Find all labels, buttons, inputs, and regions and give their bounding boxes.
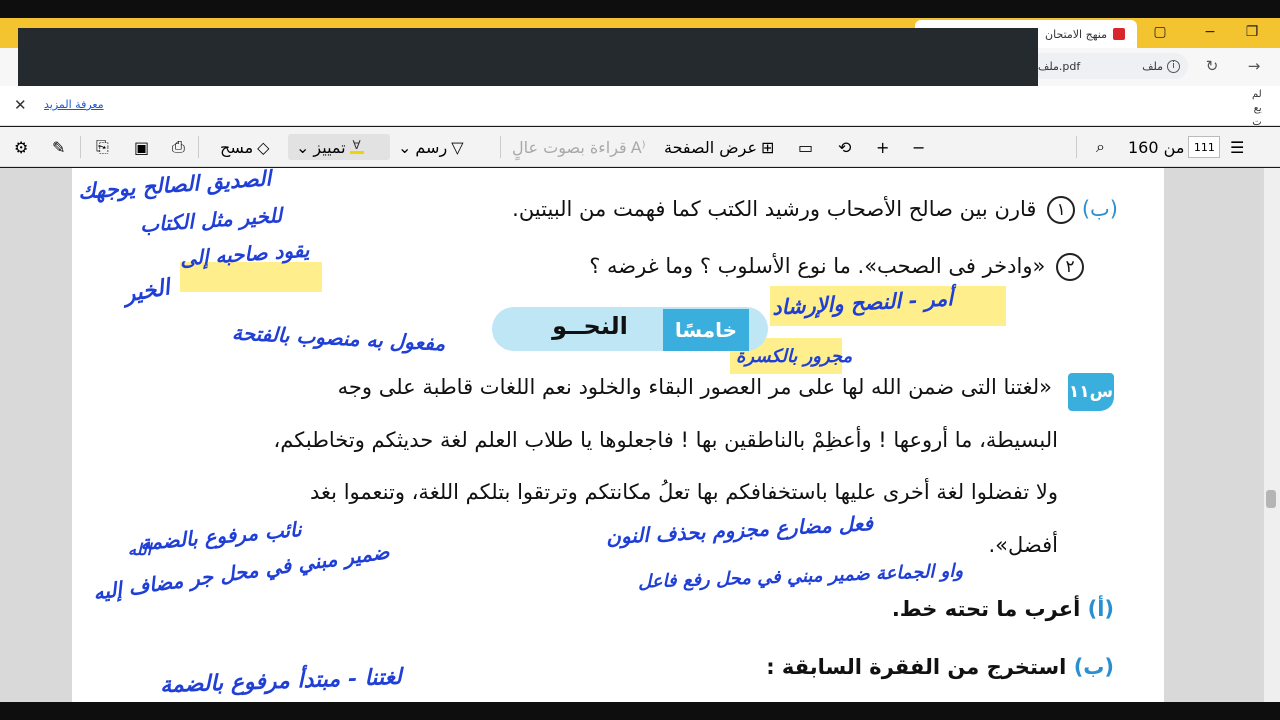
close-icon[interactable]: ✕	[14, 96, 27, 114]
number-badge: ١	[1047, 196, 1076, 224]
notification-bar	[0, 86, 1280, 126]
pdf-favicon-icon	[1113, 28, 1125, 40]
sub-question-b: (ب) استخرج من الفقرة السابقة :	[766, 655, 1114, 679]
section-tag: خامسًا	[663, 309, 749, 351]
highlight-label: تمييز	[313, 137, 346, 157]
info-icon: i	[1167, 59, 1180, 73]
question-text: «وادخر فى الصحب». ما نوع الأسلوب ؟ وما غ…	[589, 254, 1046, 278]
screen-bottom-border	[0, 702, 1280, 720]
page-nav: من 160 111	[1128, 127, 1221, 167]
highlighter-icon: ∀	[349, 139, 364, 154]
fit-page-icon[interactable]: ▭	[798, 127, 813, 167]
zoom-out-icon[interactable]: −	[912, 127, 925, 167]
passage-line-3: ولا تفضلوا لغة أخرى عليها باستخفافكم بها…	[310, 480, 1058, 504]
tab-title: منهج الامتحان	[1045, 27, 1107, 41]
eraser-icon: ◇	[257, 137, 270, 157]
question-badge: س١١	[1068, 373, 1114, 411]
highlight-button[interactable]: ⌄ تمييز ∀	[296, 127, 364, 167]
tab-actions-icon[interactable]: ▢	[1146, 20, 1174, 44]
forward-icon[interactable]: →	[1242, 55, 1266, 77]
search-icon[interactable]: ⌕	[1096, 127, 1105, 167]
print-icon[interactable]: ⎙	[172, 127, 185, 167]
restore-icon[interactable]: ❐	[1238, 20, 1266, 44]
erase-label: مسح	[220, 137, 254, 157]
scrollbar-thumb[interactable]	[1266, 490, 1276, 508]
question-text: قارن بين صالح الأصحاب ورشيد الكتب كما فه…	[512, 197, 1037, 221]
separator	[198, 136, 199, 158]
page-view-label: عرض الصفحة	[664, 137, 757, 157]
read-aloud-button[interactable]: قراءة بصوت عالٍ A⁾	[512, 127, 646, 167]
question-b-1: (ب) ١ قارن بين صالح الأصحاب ورشيد الكتب …	[512, 196, 1118, 224]
address-file: ملف.pdf	[1038, 59, 1081, 73]
page-view-icon: ⊞	[761, 137, 775, 157]
separator	[1076, 136, 1077, 158]
site-info[interactable]: ملف i	[1142, 59, 1180, 73]
number-badge: ٢	[1056, 253, 1084, 281]
question-2: ٢ «وادخر فى الصحب». ما نوع الأسلوب ؟ وما…	[589, 253, 1084, 281]
separator	[80, 136, 81, 158]
screen-top-border	[0, 0, 1280, 18]
save-as-icon[interactable]: ⎘	[96, 127, 109, 167]
scrollbar[interactable]	[1264, 168, 1280, 702]
address-label: ملف	[1142, 59, 1163, 73]
page-view-button[interactable]: عرض الصفحة ⊞	[664, 127, 774, 167]
sub-question-a: (أ) أعرب ما تحته خط.	[891, 597, 1114, 621]
learn-more-link[interactable]: معرفة المزيد	[44, 98, 104, 111]
passage-line-4: أفضل».	[988, 533, 1058, 557]
read-aloud-icon: A⁾	[630, 137, 646, 157]
read-aloud-label: قراءة بصوت عالٍ	[512, 137, 627, 157]
section-title: النحــو	[552, 312, 628, 340]
passage-line-1: «لغتنا التى ضمن الله لها على مر العصور ا…	[337, 375, 1052, 399]
refresh-icon[interactable]: ↻	[1200, 55, 1224, 77]
pen-icon: ▽	[451, 137, 464, 157]
chevron-down-icon: ⌄	[398, 137, 412, 157]
chevron-down-icon: ⌄	[296, 137, 310, 157]
passage-line-2: البسيطة، ما أروعها ! وأعظِمْ بالناطقين ب…	[273, 428, 1059, 452]
zoom-in-icon[interactable]: +	[876, 127, 889, 167]
handwritten-note: الله	[128, 540, 152, 559]
page-total: من 160	[1128, 137, 1185, 157]
draw-label: رسم	[415, 137, 448, 157]
contents-icon[interactable]: ☰	[1230, 127, 1244, 167]
erase-button[interactable]: مسح ◇	[220, 127, 269, 167]
page-number-input[interactable]: 111	[1188, 136, 1221, 158]
draw-button[interactable]: ⌄ رسم ▽	[398, 127, 464, 167]
separator	[500, 136, 501, 158]
minimize-icon[interactable]: −	[1196, 20, 1224, 44]
rotate-icon[interactable]: ⟲	[838, 127, 851, 167]
handwritten-note: مجرور بالكسرة	[736, 346, 853, 367]
save-icon[interactable]: ▣	[134, 127, 149, 167]
address-bar[interactable]: ملف.pdf ملف i	[1030, 53, 1188, 79]
settings-gear-icon[interactable]: ⚙	[14, 127, 28, 167]
annotate-icon[interactable]: ✎	[52, 127, 65, 167]
side-panel-text: لم يع ت	[1252, 89, 1262, 128]
